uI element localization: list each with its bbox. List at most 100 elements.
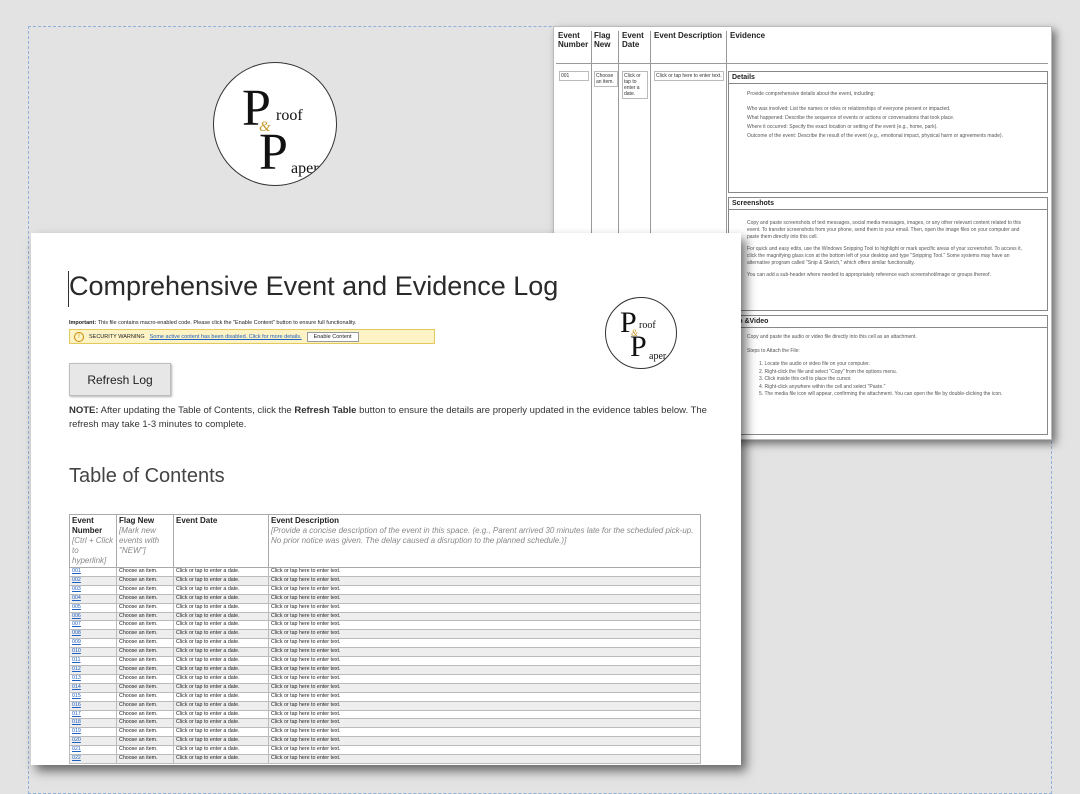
toc-header-event-date: Event Date bbox=[173, 514, 269, 568]
toc-flag-dropdown[interactable]: Choose an item. bbox=[116, 700, 174, 711]
toc-description-field[interactable]: Click or tap here to enter text. bbox=[268, 584, 701, 595]
toc-date-picker[interactable]: Click or tap to enter a date. bbox=[173, 709, 269, 720]
toc-description-field[interactable]: Click or tap here to enter text. bbox=[268, 718, 701, 729]
table-row: 005 Choose an item. Click or tap to enter … bbox=[69, 602, 701, 613]
toc-description-field[interactable]: Click or tap here to enter text. bbox=[268, 593, 701, 604]
toc-date-picker[interactable]: Click or tap to enter a date. bbox=[173, 745, 269, 756]
toc-date-picker[interactable]: Click or tap to enter a date. bbox=[173, 575, 269, 586]
toc-flag-dropdown[interactable]: Choose an item. bbox=[116, 647, 174, 658]
toc-date-picker[interactable]: Click or tap to enter a date. bbox=[173, 620, 269, 631]
toc-flag-dropdown[interactable]: Choose an item. bbox=[116, 638, 174, 649]
toc-description-field[interactable]: Click or tap here to enter text. bbox=[268, 567, 701, 577]
toc-date-picker[interactable]: Click or tap to enter a date. bbox=[173, 754, 269, 764]
toc-event-link[interactable]: 012 bbox=[69, 664, 117, 675]
col-header-event-number: Event Number bbox=[558, 31, 589, 49]
toc-flag-dropdown[interactable]: Choose an item. bbox=[116, 629, 174, 640]
toc-event-link[interactable]: 011 bbox=[69, 656, 117, 666]
toc-description-field[interactable]: Click or tap here to enter text. bbox=[268, 736, 701, 747]
toc-description-field[interactable]: Click or tap here to enter text. bbox=[268, 638, 701, 649]
event-number-cell[interactable]: 001 bbox=[559, 71, 589, 81]
toc-flag-dropdown[interactable]: Choose an item. bbox=[116, 754, 174, 764]
toc-description-field[interactable]: Click or tap here to enter text. bbox=[268, 682, 701, 693]
toc-flag-dropdown[interactable]: Choose an item. bbox=[116, 567, 174, 577]
toc-date-picker[interactable]: Click or tap to enter a date. bbox=[173, 611, 269, 622]
toc-event-link[interactable]: 020 bbox=[69, 736, 117, 747]
toc-date-picker[interactable]: Click or tap to enter a date. bbox=[173, 629, 269, 640]
toc-event-link[interactable]: 021 bbox=[69, 745, 117, 756]
toc-date-picker[interactable]: Click or tap to enter a date. bbox=[173, 664, 269, 675]
toc-event-link[interactable]: 016 bbox=[69, 700, 117, 711]
macro-notice: Important: This file contains macro-enab… bbox=[69, 320, 357, 326]
toc-event-link[interactable]: 022 bbox=[69, 754, 117, 764]
toc-event-link[interactable]: 006 bbox=[69, 611, 117, 622]
toc-description-field[interactable]: Click or tap here to enter text. bbox=[268, 745, 701, 756]
toc-description-field[interactable]: Click or tap here to enter text. bbox=[268, 673, 701, 684]
toc-description-field[interactable]: Click or tap here to enter text. bbox=[268, 709, 701, 720]
toc-flag-dropdown[interactable]: Choose an item. bbox=[116, 584, 174, 595]
refresh-log-button[interactable]: Refresh Log bbox=[69, 363, 171, 396]
toc-event-link[interactable]: 013 bbox=[69, 673, 117, 684]
toc-description-field[interactable]: Click or tap here to enter text. bbox=[268, 664, 701, 675]
toc-flag-dropdown[interactable]: Choose an item. bbox=[116, 727, 174, 738]
toc-flag-dropdown[interactable]: Choose an item. bbox=[116, 736, 174, 747]
toc-event-link[interactable]: 019 bbox=[69, 727, 117, 738]
toc-flag-dropdown[interactable]: Choose an item. bbox=[116, 593, 174, 604]
toc-description-field[interactable]: Click or tap here to enter text. bbox=[268, 727, 701, 738]
toc-event-link[interactable]: 014 bbox=[69, 682, 117, 693]
toc-flag-dropdown[interactable]: Choose an item. bbox=[116, 709, 174, 720]
toc-description-field[interactable]: Click or tap here to enter text. bbox=[268, 754, 701, 764]
toc-description-field[interactable]: Click or tap here to enter text. bbox=[268, 691, 701, 702]
toc-date-picker[interactable]: Click or tap to enter a date. bbox=[173, 647, 269, 658]
toc-date-picker[interactable]: Click or tap to enter a date. bbox=[173, 673, 269, 684]
table-row: 013 Choose an item. Click or tap to enter … bbox=[69, 673, 701, 684]
toc-flag-dropdown[interactable]: Choose an item. bbox=[116, 673, 174, 684]
toc-flag-dropdown[interactable]: Choose an item. bbox=[116, 575, 174, 586]
toc-date-picker[interactable]: Click or tap to enter a date. bbox=[173, 602, 269, 613]
toc-event-link[interactable]: 005 bbox=[69, 602, 117, 613]
toc-event-link[interactable]: 002 bbox=[69, 575, 117, 586]
toc-date-picker[interactable]: Click or tap to enter a date. bbox=[173, 682, 269, 693]
toc-flag-dropdown[interactable]: Choose an item. bbox=[116, 611, 174, 622]
toc-description-field[interactable]: Click or tap here to enter text. bbox=[268, 575, 701, 586]
toc-date-picker[interactable]: Click or tap to enter a date. bbox=[173, 638, 269, 649]
security-details-link[interactable]: Some active content has been disabled. C… bbox=[150, 334, 302, 340]
toc-event-link[interactable]: 007 bbox=[69, 620, 117, 631]
toc-flag-dropdown[interactable]: Choose an item. bbox=[116, 682, 174, 693]
toc-description-field[interactable]: Click or tap here to enter text. bbox=[268, 700, 701, 711]
toc-description-field[interactable]: Click or tap here to enter text. bbox=[268, 611, 701, 622]
toc-date-picker[interactable]: Click or tap to enter a date. bbox=[173, 736, 269, 747]
toc-event-link[interactable]: 018 bbox=[69, 718, 117, 729]
toc-event-link[interactable]: 004 bbox=[69, 593, 117, 604]
toc-description-field[interactable]: Click or tap here to enter text. bbox=[268, 602, 701, 613]
toc-description-field[interactable]: Click or tap here to enter text. bbox=[268, 647, 701, 658]
toc-event-link[interactable]: 010 bbox=[69, 647, 117, 658]
event-date-picker[interactable]: Click or tap to enter a date. bbox=[622, 71, 648, 99]
toc-date-picker[interactable]: Click or tap to enter a date. bbox=[173, 656, 269, 666]
toc-flag-dropdown[interactable]: Choose an item. bbox=[116, 691, 174, 702]
toc-description-field[interactable]: Click or tap here to enter text. bbox=[268, 656, 701, 666]
toc-event-link[interactable]: 008 bbox=[69, 629, 117, 640]
toc-date-picker[interactable]: Click or tap to enter a date. bbox=[173, 567, 269, 577]
toc-date-picker[interactable]: Click or tap to enter a date. bbox=[173, 584, 269, 595]
flag-new-dropdown[interactable]: Choose an item. bbox=[594, 71, 618, 87]
toc-flag-dropdown[interactable]: Choose an item. bbox=[116, 602, 174, 613]
toc-flag-dropdown[interactable]: Choose an item. bbox=[116, 656, 174, 666]
toc-date-picker[interactable]: Click or tap to enter a date. bbox=[173, 691, 269, 702]
toc-date-picker[interactable]: Click or tap to enter a date. bbox=[173, 700, 269, 711]
toc-flag-dropdown[interactable]: Choose an item. bbox=[116, 718, 174, 729]
toc-date-picker[interactable]: Click or tap to enter a date. bbox=[173, 727, 269, 738]
toc-event-link[interactable]: 003 bbox=[69, 584, 117, 595]
toc-event-link[interactable]: 009 bbox=[69, 638, 117, 649]
toc-date-picker[interactable]: Click or tap to enter a date. bbox=[173, 718, 269, 729]
toc-flag-dropdown[interactable]: Choose an item. bbox=[116, 664, 174, 675]
toc-date-picker[interactable]: Click or tap to enter a date. bbox=[173, 593, 269, 604]
toc-flag-dropdown[interactable]: Choose an item. bbox=[116, 620, 174, 631]
toc-description-field[interactable]: Click or tap here to enter text. bbox=[268, 629, 701, 640]
toc-description-field[interactable]: Click or tap here to enter text. bbox=[268, 620, 701, 631]
toc-event-link[interactable]: 017 bbox=[69, 709, 117, 720]
toc-event-link[interactable]: 001 bbox=[69, 567, 117, 577]
enable-content-button[interactable]: Enable Content bbox=[306, 331, 359, 342]
toc-flag-dropdown[interactable]: Choose an item. bbox=[116, 745, 174, 756]
event-description-field[interactable]: Click or tap here to enter text. bbox=[654, 71, 724, 81]
toc-event-link[interactable]: 015 bbox=[69, 691, 117, 702]
